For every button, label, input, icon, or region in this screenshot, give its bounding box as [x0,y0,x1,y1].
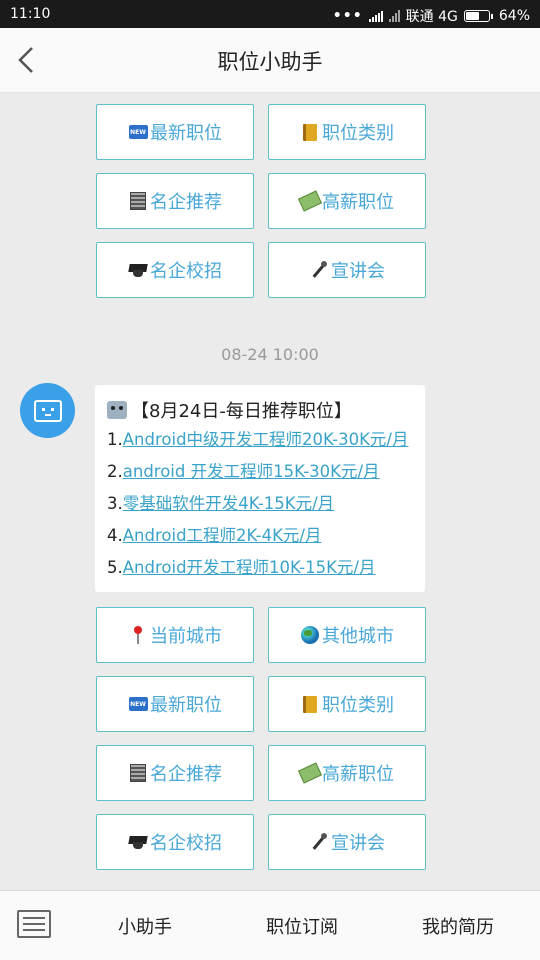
job-link[interactable]: Android工程师2K-4K元/月 [123,526,322,545]
bottom-tab-bar: 小助手 职位订阅 我的简历 [0,890,540,960]
tab-job-subscription[interactable]: 职位订阅 [266,913,338,939]
message-timestamp: 08-24 10:00 [221,345,319,364]
job-category-button[interactable]: 职位类别 [268,104,426,160]
graduation-cap-icon [128,834,148,850]
top-companies-button[interactable]: 名企推荐 [96,173,254,229]
pin-icon [132,626,144,644]
battery-icon [463,10,493,22]
microphone-icon [310,833,328,851]
status-bar: 11:10 ••• 联通 4G 64% [0,0,540,28]
new-icon: NEW [128,125,148,139]
book-icon [303,123,317,141]
battery-percent: 64% [498,8,530,24]
list-item: 2.android 开发工程师15K-30K元/月 [107,462,380,481]
keyboard-toggle-button[interactable] [17,910,51,938]
career-talk-button[interactable]: 宣讲会 [268,242,426,298]
job-link[interactable]: Android开发工程师10K-15K元/月 [123,558,376,577]
campus-recruit-button[interactable]: 名企校招 [96,242,254,298]
building-icon [130,192,146,210]
job-list: 1.Android中级开发工程师20K-30K元/月 2.android 开发工… [107,430,415,590]
tab-my-resume[interactable]: 我的简历 [422,913,494,939]
chat-content[interactable]: NEW 最新职位 职位类别 名企推荐 高薪职位 名企校招 宣讲会 08-24 10… [0,94,540,890]
book-icon [303,695,317,713]
latest-jobs-button[interactable]: NEW 最新职位 [96,676,254,732]
page-title: 职位小助手 [217,50,323,74]
signal-secondary-icon [388,10,400,22]
money-icon [297,190,323,212]
job-link[interactable]: 零基础软件开发4K-15K元/月 [123,494,334,513]
list-item: 4.Android工程师2K-4K元/月 [107,526,322,545]
tab-assistant[interactable]: 小助手 [118,913,172,939]
microphone-icon [310,261,328,279]
robot-icon [33,399,62,422]
graduation-cap-icon [128,262,148,278]
high-salary-button[interactable]: 高薪职位 [268,173,426,229]
current-city-button[interactable]: 当前城市 [96,607,254,663]
signal-icon [368,10,383,22]
job-link[interactable]: Android中级开发工程师20K-30K元/月 [123,430,409,449]
globe-icon [301,626,319,644]
other-city-button[interactable]: 其他城市 [268,607,426,663]
list-item: 1.Android中级开发工程师20K-30K元/月 [107,430,409,449]
message-bubble: 【8月24日-每日推荐职位】 1.Android中级开发工程师20K-30K元/… [95,385,425,592]
building-icon [130,764,146,782]
high-salary-button[interactable]: 高薪职位 [268,745,426,801]
avatar[interactable] [20,383,75,438]
job-link[interactable]: android 开发工程师15K-30K元/月 [123,462,380,481]
list-item: 3.零基础软件开发4K-15K元/月 [107,494,335,513]
top-companies-button[interactable]: 名企推荐 [96,745,254,801]
list-item: 5.Android开发工程师10K-15K元/月 [107,558,376,577]
campus-recruit-button[interactable]: 名企校招 [96,814,254,870]
more-dots-icon: ••• [332,8,363,24]
career-talk-button[interactable]: 宣讲会 [268,814,426,870]
status-time: 11:10 [10,6,51,22]
carrier-label: 联通 4G [405,9,458,25]
latest-jobs-button[interactable]: NEW 最新职位 [96,104,254,160]
robot-emoji-icon [107,401,127,419]
new-icon: NEW [128,697,148,711]
message-heading: 【8月24日-每日推荐职位】 [107,399,415,422]
header: 职位小助手 [0,28,540,93]
job-category-button[interactable]: 职位类别 [268,676,426,732]
money-icon [297,762,323,784]
